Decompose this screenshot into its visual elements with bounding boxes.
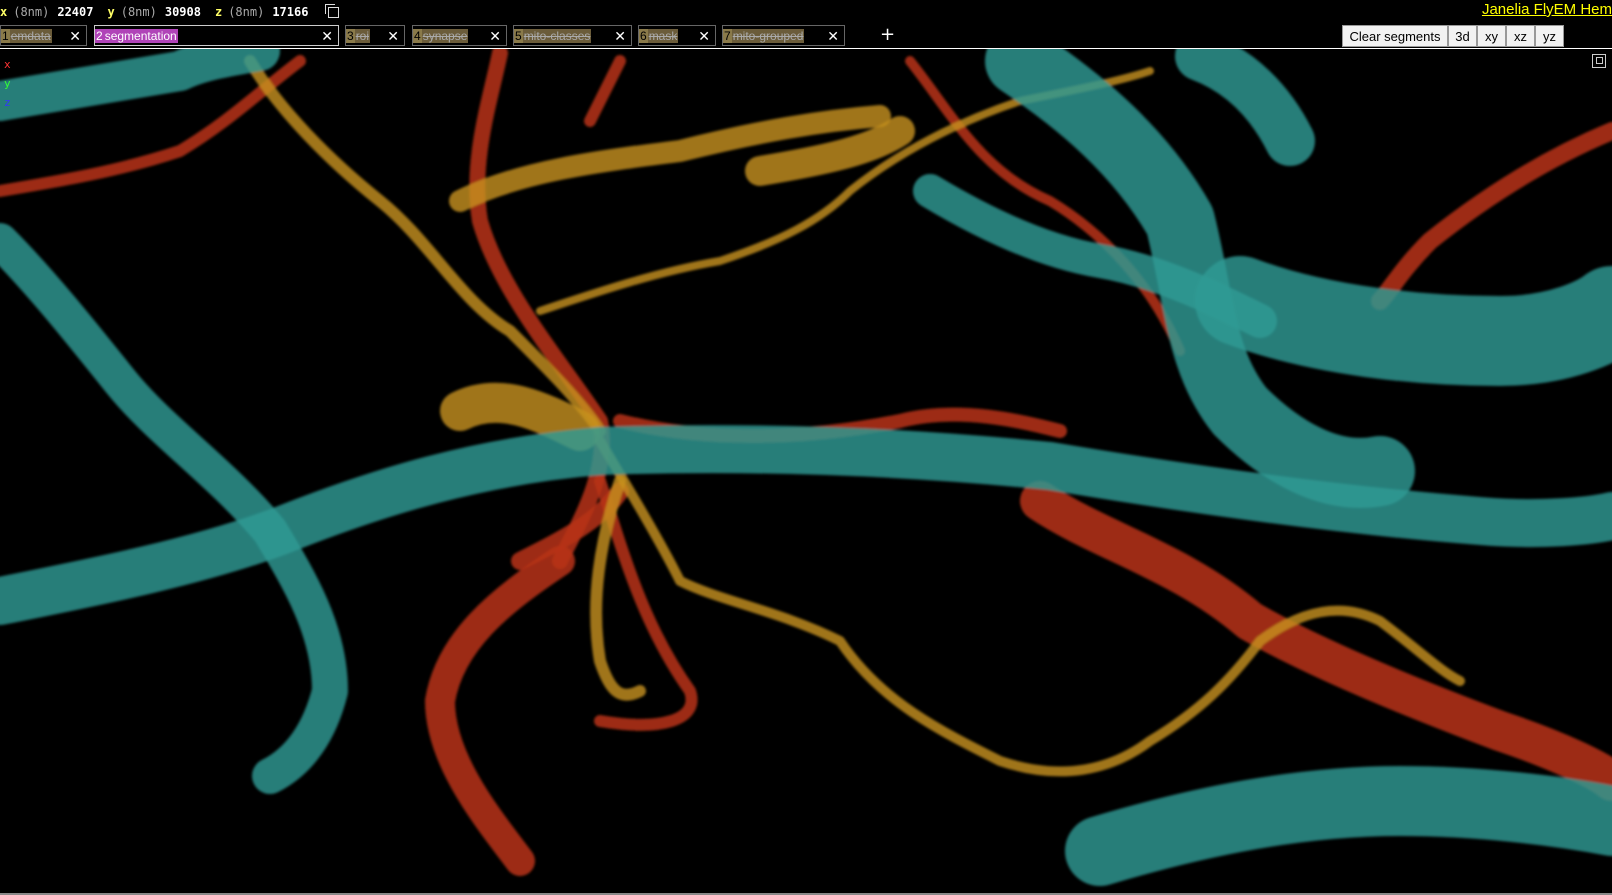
coord-unit: (8nm) [228, 5, 265, 19]
clear-segments-button[interactable]: Clear segments [1342, 25, 1448, 47]
layer-tab-segmentation[interactable]: 2 segmentation ✕ [94, 25, 339, 46]
axis-y-label: y [4, 77, 11, 90]
layer-tab-emdata[interactable]: 1 emdata ✕ [0, 25, 87, 46]
layer-number: 3 [346, 28, 355, 43]
layer-name[interactable]: mito-classes [522, 28, 592, 43]
coord-unit: (8nm) [13, 5, 50, 19]
close-icon[interactable]: ✕ [489, 27, 501, 45]
layer-name[interactable]: mito-grouped [731, 28, 805, 43]
close-icon[interactable]: ✕ [614, 27, 626, 45]
layer-number: 1 [1, 28, 10, 43]
close-icon[interactable]: ✕ [827, 27, 839, 45]
neuron-rendering[interactable] [0, 49, 1612, 895]
coord-unit: (8nm) [120, 5, 157, 19]
axis-z-label: z [4, 96, 11, 109]
3d-viewer-panel[interactable]: x y z [0, 48, 1612, 895]
axis-legend: x y z [4, 55, 11, 112]
layer-name[interactable]: synapse [421, 28, 469, 43]
close-icon[interactable]: ✕ [387, 27, 399, 45]
layer-number: 7 [723, 28, 732, 43]
coord-value[interactable]: 17166 [272, 5, 308, 19]
layer-name[interactable]: mask [647, 28, 679, 43]
view-xz-button[interactable]: xz [1506, 25, 1535, 47]
view-xy-button[interactable]: xy [1477, 25, 1506, 47]
layer-tab-mito-classes[interactable]: 5 mito-classes ✕ [513, 25, 632, 46]
coord-y[interactable]: y (8nm) 30908 [107, 5, 200, 19]
add-layer-icon[interactable]: + [880, 26, 895, 44]
close-icon[interactable]: ✕ [321, 27, 333, 45]
layer-tab-synapse[interactable]: 4 synapse ✕ [412, 25, 507, 46]
view-yz-button[interactable]: yz [1535, 25, 1564, 47]
axis-x-label: x [4, 58, 11, 71]
coord-axis-label: z [214, 5, 223, 19]
coord-axis-label: x [0, 5, 8, 19]
layer-number: 2 [95, 28, 104, 43]
view-3d-button[interactable]: 3d [1448, 25, 1477, 47]
layer-tab-roi[interactable]: 3 roi ✕ [345, 25, 405, 46]
layer-number: 5 [514, 28, 523, 43]
layer-name[interactable]: emdata [9, 28, 52, 43]
layer-name[interactable]: roi [354, 28, 371, 43]
close-icon[interactable]: ✕ [69, 27, 81, 45]
coord-value[interactable]: 22407 [57, 5, 93, 19]
copy-icon[interactable] [325, 3, 340, 18]
coordinate-bar: x (8nm) 22407 y (8nm) 30908 z (8nm) 1716… [0, 0, 1612, 24]
coord-z[interactable]: z (8nm) 17166 [215, 5, 308, 19]
layer-tab-mask[interactable]: 6 mask ✕ [638, 25, 716, 46]
layer-name[interactable]: segmentation [103, 28, 178, 43]
layer-tab-mito-grouped[interactable]: 7 mito-grouped ✕ [722, 25, 845, 46]
close-icon[interactable]: ✕ [698, 27, 710, 45]
layer-number: 4 [413, 28, 422, 43]
coord-value[interactable]: 30908 [165, 5, 201, 19]
coord-axis-label: y [107, 5, 115, 19]
brand-link[interactable]: Janelia FlyEM Hem [1482, 1, 1612, 18]
layer-number: 6 [639, 28, 648, 43]
coord-x[interactable]: x (8nm) 22407 [0, 5, 93, 19]
maximize-panel-icon[interactable] [1592, 54, 1606, 68]
